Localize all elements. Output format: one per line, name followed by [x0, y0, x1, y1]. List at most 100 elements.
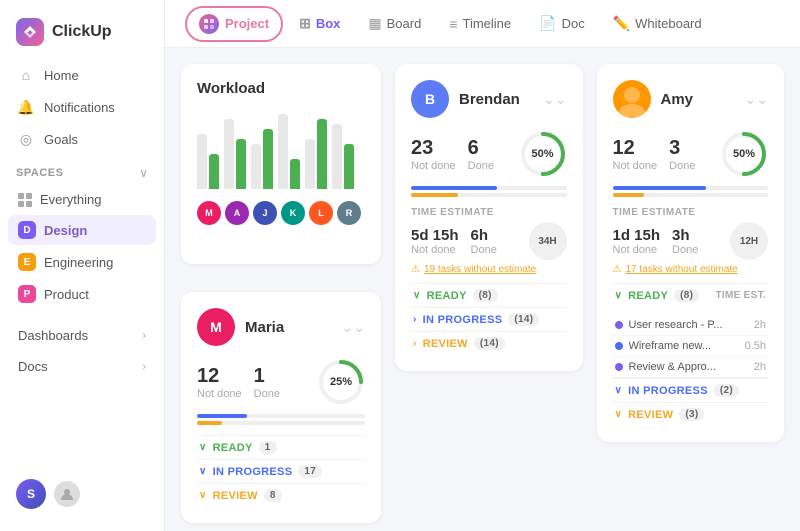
brendan-ready-count: (8): [473, 289, 498, 302]
task-time-2: 0.5h: [745, 340, 766, 352]
amy-review-toggle[interactable]: ∨ REVIEW (3): [613, 402, 769, 426]
spaces-chevron-icon: ∨: [139, 166, 148, 180]
sidebar-nav: ⌂ Home 🔔 Notifications ◎ Goals: [0, 60, 164, 154]
task-item-1: User research - P... 2h: [613, 315, 769, 336]
design-dot: D: [18, 221, 36, 239]
amy-expand-icon[interactable]: ⌄⌄: [745, 91, 768, 108]
amy-percent: 50%: [733, 148, 755, 160]
maria-progress-bars: [197, 414, 365, 425]
bar-green: [344, 144, 354, 189]
amy-progress-bars: [613, 186, 769, 197]
whiteboard-label: Whiteboard: [635, 16, 701, 31]
warning-icon: ⚠: [411, 264, 420, 275]
bar-gray: [278, 114, 288, 189]
chevron-down-icon-a2: ∨: [615, 385, 623, 396]
chevron-down-icon-a3: ∨: [615, 409, 623, 420]
maria-done-count: 1: [254, 365, 280, 388]
bar-gray: [197, 134, 207, 189]
sidebar-item-engineering[interactable]: E Engineering: [8, 247, 156, 277]
amy-ready-section: ∨ READY (8) TIME EST. User research - P.…: [613, 283, 769, 378]
spaces-section: Spaces ∨: [0, 154, 164, 186]
maria-review-toggle[interactable]: ∨ REVIEW 8: [197, 483, 365, 507]
amy-not-done-label: Not done: [613, 160, 658, 172]
sidebar-bottom: Dashboards › Docs ›: [0, 321, 164, 381]
timeline-icon: ≡: [449, 16, 457, 32]
sidebar-item-docs[interactable]: Docs ›: [8, 352, 156, 381]
bar-gray: [332, 124, 342, 189]
amy-not-done-count: 12: [613, 137, 658, 160]
board-icon: ▦: [368, 15, 381, 32]
brendan-time-ring: 34H: [529, 222, 567, 260]
brendan-review-label: REVIEW: [423, 338, 468, 350]
brendan-warning-text: 19 tasks without estimate: [424, 264, 536, 275]
bar-green: [290, 159, 300, 189]
sidebar-item-home[interactable]: ⌂ Home: [8, 60, 156, 90]
brendan-progress-ring: 50%: [519, 130, 567, 178]
maria-expand-icon[interactable]: ⌄⌄: [342, 319, 365, 336]
brendan-done-count: 6: [468, 137, 494, 160]
sidebar-item-product[interactable]: P Product: [8, 279, 156, 309]
logo-text: ClickUp: [52, 23, 112, 41]
maria-review-count: 8: [264, 489, 282, 502]
sidebar-item-design[interactable]: D Design: [8, 215, 156, 245]
amy-time-done: 3h Done: [672, 227, 698, 256]
brendan-review-toggle[interactable]: › REVIEW (14): [411, 331, 567, 355]
workload-avatar: J: [253, 201, 277, 225]
maria-inprogress-toggle[interactable]: ∨ IN PROGRESS 17: [197, 459, 365, 483]
chevron-right-icon-b2: ›: [413, 314, 417, 325]
chevron-right-icon-b3: ›: [413, 338, 417, 349]
amy-inprogress-label: IN PROGRESS: [628, 385, 708, 397]
sidebar-item-notifications[interactable]: 🔔 Notifications: [8, 92, 156, 122]
engineering-dot: E: [18, 253, 36, 271]
brendan-expand-icon[interactable]: ⌄⌄: [543, 91, 566, 108]
cards-row: Workload MAJKLR M Maria ⌄⌄ 12 Not done: [181, 64, 784, 523]
brendan-ready-toggle[interactable]: ∨ READY (8): [411, 283, 567, 307]
doc-label: Doc: [562, 16, 585, 31]
chevron-down-icon-b1: ∨: [413, 290, 421, 301]
design-label: Design: [44, 223, 87, 238]
brendan-not-done-label: Not done: [411, 160, 456, 172]
brendan-time-not-done-lbl: Not done: [411, 244, 459, 256]
project-tab[interactable]: Project: [185, 6, 283, 42]
tab-timeline[interactable]: ≡ Timeline: [437, 10, 523, 38]
main-content: Project ⊞ Box ▦ Board ≡ Timeline 📄 Doc ✏…: [165, 0, 800, 531]
workload-card: Workload MAJKLR: [181, 64, 381, 264]
secondary-avatar[interactable]: [54, 481, 80, 507]
brendan-inprogress-toggle[interactable]: › IN PROGRESS (14): [411, 307, 567, 331]
everything-label: Everything: [40, 192, 101, 207]
task-dot-3: [615, 363, 623, 371]
amy-ready-toggle[interactable]: ∨ READY (8) TIME EST.: [613, 283, 769, 307]
brendan-time-estimate: TIME ESTIMATE 5d 15h Not done 6h Done: [411, 207, 567, 275]
tab-doc[interactable]: 📄 Doc: [527, 9, 597, 38]
maria-stats: 12 Not done 1 Done: [197, 358, 365, 406]
maria-inprogress-label: IN PROGRESS: [213, 466, 293, 478]
maria-inprogress-count: 17: [298, 465, 322, 478]
product-label: Product: [44, 287, 89, 302]
spaces-header[interactable]: Spaces ∨: [16, 166, 148, 180]
amy-inprogress-toggle[interactable]: ∨ IN PROGRESS (2): [613, 378, 769, 402]
bar-gray: [224, 119, 234, 189]
maria-name: Maria: [245, 319, 284, 336]
workload-title: Workload: [197, 80, 365, 97]
bar-group: [251, 129, 273, 189]
tab-box[interactable]: ⊞ Box: [287, 9, 352, 38]
sidebar-item-dashboards[interactable]: Dashboards ›: [8, 321, 156, 350]
maria-percent: 25%: [330, 376, 352, 388]
maria-ready-toggle[interactable]: ∨ READY 1: [197, 435, 365, 459]
task-dot-1: [615, 321, 623, 329]
task-name-2: Wireframe new...: [629, 340, 739, 352]
amy-time-ring: 12H: [730, 222, 768, 260]
amy-ready-label: READY: [628, 290, 668, 302]
sidebar-item-everything[interactable]: Everything: [8, 186, 156, 213]
maria-review-label: REVIEW: [213, 490, 258, 502]
sidebar-item-goals[interactable]: ◎ Goals: [8, 124, 156, 154]
project-icon: [199, 14, 219, 34]
brendan-time-stats: 5d 15h Not done 6h Done 34H: [411, 222, 567, 260]
user-avatar[interactable]: S: [16, 479, 46, 509]
tab-board[interactable]: ▦ Board: [356, 9, 433, 38]
brendan-stats: 23 Not done 6 Done 50%: [411, 130, 567, 178]
amy-time-stats: 1d 15h Not done 3h Done 12H: [613, 222, 769, 260]
chevron-down-icon-3: ∨: [199, 490, 207, 501]
tab-whiteboard[interactable]: ✏️ Whiteboard: [601, 9, 714, 38]
home-label: Home: [44, 68, 79, 83]
